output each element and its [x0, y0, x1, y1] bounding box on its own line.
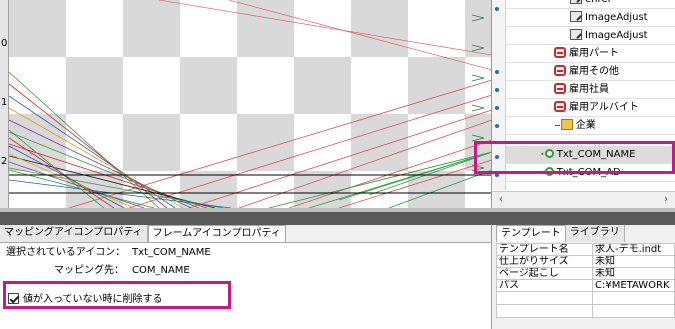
table-cell [592, 291, 675, 305]
mapping-destination-row: マッピング先： COM_NAME [6, 263, 190, 279]
connector-dot [495, 124, 499, 128]
image-icon [570, 28, 582, 40]
checkerboard-background [9, 0, 491, 208]
red-minus-icon [554, 46, 566, 58]
tab-frame-icon-properties[interactable]: フレームアイコンプロパティ [147, 225, 286, 242]
table-cell [496, 291, 593, 305]
folder-icon [560, 118, 573, 130]
tree-item-label: 雇用その他 [569, 66, 619, 77]
table-row [496, 291, 675, 305]
tree-item-txt-com-ad[interactable]: • Txt_COM_AD [506, 164, 675, 182]
tree-item-label: 雇用社員 [569, 84, 609, 95]
table-row: 仕上がりサイズ 未知 [496, 255, 675, 268]
properties-body: 選択されているアイコン： Txt_COM_NAME マッピング先： COM_NAME… [0, 242, 491, 329]
connector-dot [495, 70, 499, 74]
table-cell: ページ起こし [496, 267, 593, 280]
ruler-label: 0 [1, 38, 8, 49]
tree-item-label: 雇用パート [569, 48, 619, 59]
tab-mapping-icon-properties[interactable]: マッピングアイコンプロパティ [0, 225, 148, 242]
scroll-left-icon[interactable]: ‹ [495, 194, 507, 206]
mapping-destination-label: マッピング先： [54, 265, 124, 276]
template-panel: テンプレート ライブラリ テンプレート名 求人-デモ.indt 仕上がりサイズ … [492, 225, 675, 329]
table-cell: 求人-デモ.indt [592, 243, 675, 256]
horizontal-scrollbar[interactable]: ‹ › [492, 191, 675, 208]
table-cell [592, 304, 675, 318]
red-minus-icon [554, 100, 566, 112]
vertical-ruler: 0 1 2 [0, 0, 9, 208]
table-row: ページ起こし 未知 [496, 267, 675, 280]
connector-dot [495, 155, 499, 159]
tree-gutter [492, 0, 506, 190]
table-cell [496, 304, 593, 318]
tree-item-txt-com-name[interactable]: • Txt_COM_NAME [506, 146, 675, 164]
tab-library[interactable]: ライブラリ [565, 225, 625, 242]
red-minus-icon [554, 82, 566, 94]
tree-item-koyou-arbeit[interactable]: 雇用アルバイト [506, 99, 675, 117]
tree-item-kigyou[interactable]: − 企業 [506, 117, 675, 135]
selected-icon-label: 選択されているアイコン： [6, 247, 126, 258]
tree-item-imageadjust[interactable]: ImageAdjust [506, 9, 675, 27]
delete-when-empty-label: 値が入っていない時に削除する [23, 294, 163, 305]
table-cell: 未知 [592, 255, 675, 268]
tree-item-enref[interactable]: enref [506, 0, 675, 9]
connector-dot [495, 88, 499, 92]
table-cell: パス [496, 279, 593, 292]
tree-item-label: Txt_COM_AD [556, 167, 621, 178]
image-icon [570, 10, 582, 22]
tree-item-koyou-part[interactable]: 雇用パート [506, 45, 675, 63]
connector-dot [495, 106, 499, 110]
green-circle-icon [544, 148, 554, 158]
image-icon [570, 0, 582, 4]
selected-icon-row: 選択されているアイコン： Txt_COM_NAME [6, 245, 211, 261]
table-cell: 未知 [592, 267, 675, 280]
table-row: テンプレート名 求人-デモ.indt [496, 243, 675, 256]
connector-dot [495, 173, 499, 177]
checkbox-icon[interactable] [8, 292, 19, 304]
tree-item-label: ImageAdjust [585, 12, 648, 23]
green-circle-icon [544, 166, 554, 176]
mapping-lines-canvas[interactable] [9, 0, 492, 208]
link-dot-icon: • [540, 150, 545, 159]
link-dot-icon: • [540, 168, 545, 177]
ruler-label: 1 [1, 97, 8, 108]
table-row [496, 304, 675, 318]
red-minus-icon [554, 64, 566, 76]
panel-splitter[interactable] [0, 208, 675, 225]
field-tree-panel[interactable]: enref ImageAdjust ImageAdjust 雇用パート 雇用その… [492, 0, 675, 208]
properties-tabs: マッピングアイコンプロパティ フレームアイコンプロパティ [0, 225, 286, 242]
properties-panel: マッピングアイコンプロパティ フレームアイコンプロパティ 選択されているアイコン… [0, 225, 492, 329]
tree-item-label: ImageAdjust [585, 30, 648, 41]
selected-icon-value: Txt_COM_NAME [132, 247, 211, 258]
tree-item-koyou-other[interactable]: 雇用その他 [506, 63, 675, 81]
tree-item-label: 企業 [575, 120, 596, 131]
tree-item-koyou-employee[interactable]: 雇用社員 [506, 81, 675, 99]
template-tabs: テンプレート ライブラリ [496, 225, 625, 242]
scroll-right-icon[interactable]: › [660, 194, 672, 206]
template-properties-table: テンプレート名 求人-デモ.indt 仕上がりサイズ 未知 ページ起こし 未知 … [496, 243, 675, 318]
table-cell: 仕上がりサイズ [496, 255, 593, 268]
mapping-destination-value: COM_NAME [132, 265, 190, 276]
collapse-icon[interactable]: − [554, 121, 561, 130]
connector-dot [495, 7, 499, 11]
tree-item-label: enref [585, 0, 611, 5]
table-row: パス C:¥METAWORK [496, 279, 675, 292]
tree-item-label: 雇用アルバイト [569, 102, 639, 113]
mapping-canvas[interactable]: 0 1 2 [0, 0, 492, 208]
tab-template[interactable]: テンプレート [496, 225, 566, 242]
table-cell: テンプレート名 [496, 243, 593, 256]
ruler-label: 2 [1, 156, 8, 167]
tree-item-label: Txt_COM_NAME [556, 149, 636, 160]
tree-item-imageadjust[interactable]: ImageAdjust [506, 27, 675, 45]
delete-when-empty-checkbox[interactable]: 値が入っていない時に削除する [8, 292, 163, 308]
table-cell: C:¥METAWORK [592, 279, 675, 292]
